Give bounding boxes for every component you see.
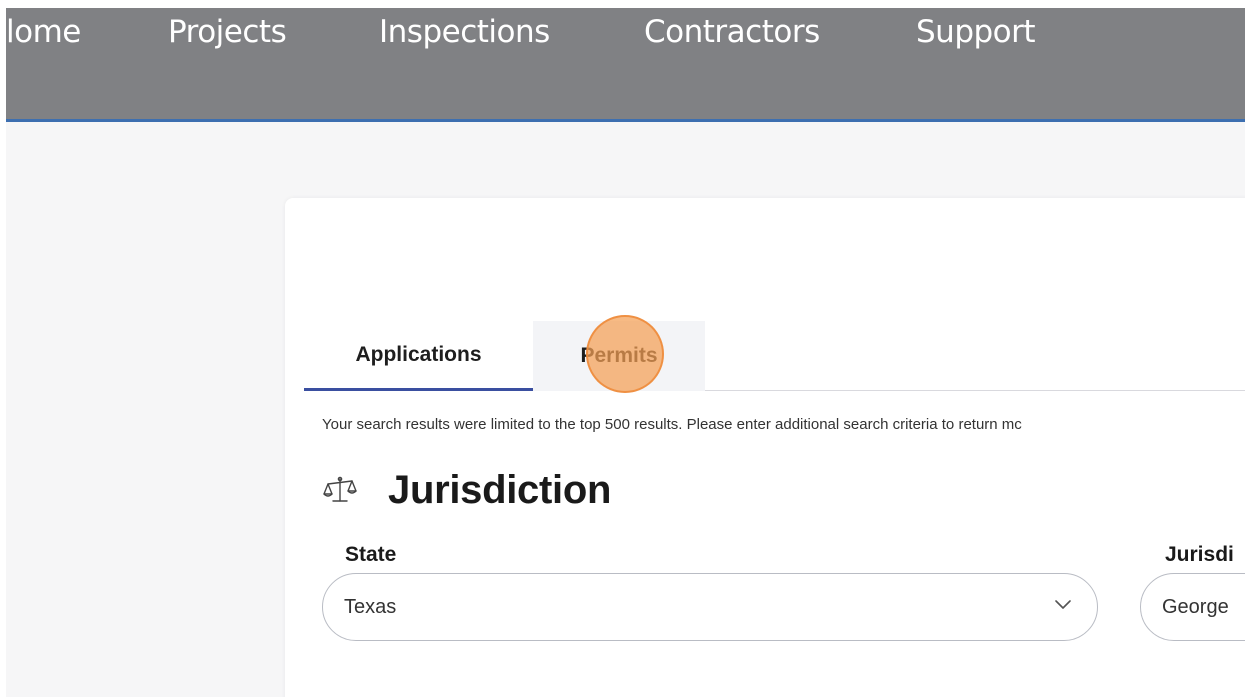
jurisdiction-select-value: George [1162,595,1229,618]
tab-applications[interactable]: Applications [304,321,533,391]
tab-applications-label: Applications [355,342,482,366]
section-title: Jurisdiction [388,467,612,512]
main-navbar: lome Projects Inspections Contractors Su… [6,8,1245,122]
tab-bar: Applications Permits [304,321,1245,391]
results-limit-notice: Your search results were limited to the … [322,416,1022,433]
state-select-value: Texas [344,595,397,618]
nav-projects[interactable]: Projects [168,14,287,50]
scale-icon [323,476,357,502]
nav-home[interactable]: lome [6,14,81,50]
top-strip [0,0,1245,8]
nav-contractors[interactable]: Contractors [644,14,820,50]
nav-support[interactable]: Support [916,14,1036,50]
jurisdiction-select[interactable]: George [1140,573,1245,641]
tab-permits[interactable]: Permits [533,321,705,391]
jurisdiction-label: Jurisdi [1165,543,1234,566]
chevron-down-icon [1055,600,1071,609]
page: lome Projects Inspections Contractors Su… [0,0,1245,697]
tab-permits-label: Permits [580,344,658,367]
nav-inspections[interactable]: Inspections [379,14,550,50]
state-select[interactable]: Texas [322,573,1098,641]
jurisdiction-section-header: Jurisdiction [322,467,611,513]
state-label: State [345,543,397,566]
